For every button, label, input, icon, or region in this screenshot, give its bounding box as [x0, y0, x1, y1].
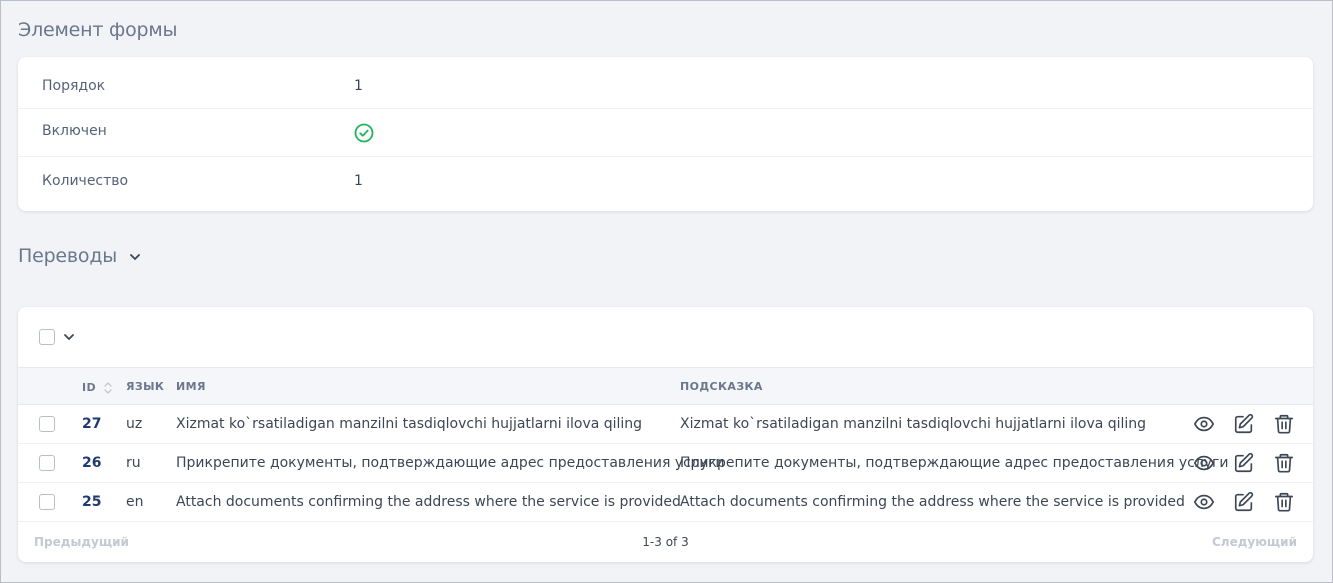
table-row: 25 en Attach documents confirming the ad… — [18, 483, 1313, 522]
delete-icon[interactable] — [1273, 491, 1295, 513]
row-lang: uz — [126, 416, 143, 432]
row-lang: en — [126, 494, 144, 510]
form-element-title: Элемент формы — [18, 19, 178, 41]
row-id-link[interactable]: 26 — [82, 455, 101, 471]
row-hint: Attach documents confirming the address … — [680, 494, 1185, 510]
detail-row-enabled: Включен — [18, 109, 1313, 157]
detail-label: Количество — [42, 173, 129, 189]
column-header-label: ID — [82, 381, 97, 394]
detail-row-order: Порядок 1 — [18, 57, 1313, 109]
row-checkbox[interactable] — [39, 494, 55, 510]
edit-icon[interactable] — [1233, 491, 1255, 513]
pagination-info: 1-3 of 3 — [642, 535, 689, 549]
detail-value — [354, 123, 374, 147]
column-header-name: ИМЯ — [176, 380, 206, 393]
table-header: ID ЯЗЫК ИМЯ ПОДСКАЗКА — [18, 367, 1313, 405]
column-header-hint: ПОДСКАЗКА — [680, 380, 763, 393]
detail-label: Порядок — [42, 78, 106, 94]
row-checkbox[interactable] — [39, 416, 55, 432]
table-row: 26 ru Прикрепите документы, подтверждающ… — [18, 444, 1313, 483]
next-page-button[interactable]: Следующий — [1212, 535, 1297, 549]
bulk-actions-chevron-icon[interactable] — [63, 331, 75, 343]
row-id-link[interactable]: 27 — [82, 416, 101, 432]
row-hint: Прикрепите документы, подтверждающие адр… — [680, 455, 1229, 471]
delete-icon[interactable] — [1273, 452, 1295, 474]
chevron-down-icon — [130, 253, 140, 260]
row-name: Attach documents confirming the address … — [176, 494, 681, 510]
row-checkbox[interactable] — [39, 455, 55, 471]
row-name: Прикрепите документы, подтверждающие адр… — [176, 455, 725, 471]
detail-label: Включен — [42, 123, 107, 139]
delete-icon[interactable] — [1273, 413, 1295, 435]
select-all-checkbox[interactable] — [39, 329, 55, 345]
row-id-link[interactable]: 25 — [82, 494, 101, 510]
view-icon[interactable] — [1193, 491, 1215, 513]
translations-toggle[interactable]: Переводы — [18, 245, 141, 267]
row-hint: Xizmat ko`rsatiladigan manzilni tasdiqlo… — [680, 416, 1147, 432]
translations-table-card: ID ЯЗЫК ИМЯ ПОДСКАЗКА 27 uz Xizmat ko`rs… — [18, 307, 1313, 562]
edit-icon[interactable] — [1233, 452, 1255, 474]
pagination-footer: 1-3 of 3 Предыдущий Следующий — [18, 522, 1313, 562]
previous-page-button[interactable]: Предыдущий — [34, 535, 129, 549]
translations-title: Переводы — [18, 245, 118, 267]
view-icon[interactable] — [1193, 413, 1215, 435]
sort-icon — [104, 382, 112, 394]
detail-row-quantity: Количество 1 — [18, 157, 1313, 211]
column-header-lang: ЯЗЫК — [126, 380, 165, 393]
edit-icon[interactable] — [1233, 413, 1255, 435]
check-circle-icon — [354, 123, 374, 143]
view-icon[interactable] — [1193, 452, 1215, 474]
row-lang: ru — [126, 455, 141, 471]
row-name: Xizmat ko`rsatiladigan manzilni tasdiqlo… — [176, 416, 643, 432]
detail-value: 1 — [354, 173, 363, 189]
form-element-details-card: Порядок 1 Включен Количество 1 — [18, 57, 1313, 211]
column-header-id[interactable]: ID — [82, 380, 113, 396]
detail-value: 1 — [354, 78, 363, 94]
table-row: 27 uz Xizmat ko`rsatiladigan manzilni ta… — [18, 405, 1313, 444]
